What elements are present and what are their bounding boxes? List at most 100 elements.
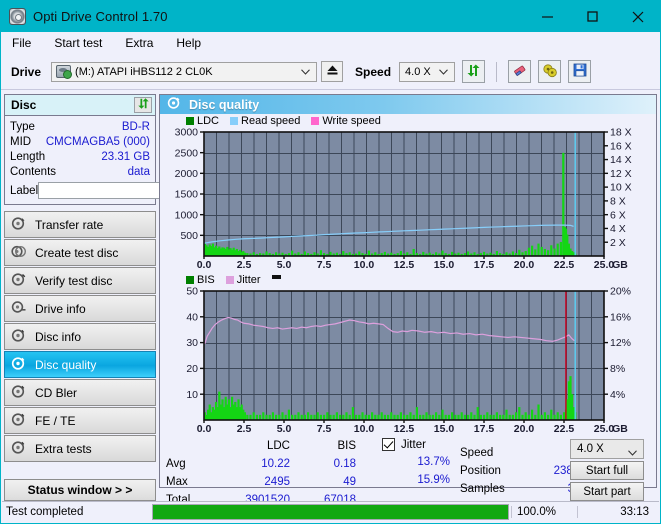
speed-select-value: 4.0 X [405, 65, 431, 78]
save-button[interactable] [568, 60, 592, 83]
legend-label: Write speed [322, 115, 381, 127]
test-speed-select[interactable]: 4.0 X [570, 439, 644, 459]
app-window: Opti Drive Control 1.70 File Start test … [0, 0, 661, 524]
sidebar-item-label: Extra tests [35, 441, 92, 456]
disc-info-rows: Type BD-R MID CMCMAGBA5 (000) Length 23.… [5, 116, 241, 204]
position-stat-label: Position [460, 465, 501, 477]
disc-panel-title: Disc [11, 98, 37, 112]
toolbar: Drive (M:) ATAPI iHBS112 2 CL0K Speed 4.… [1, 54, 660, 90]
disc-quality-panel: Disc quality LDC Read speed Write speed … [159, 94, 657, 506]
bis-jitter-chart-plot: 10 20 30 40 50 4% 8% 12% 16% 20% 0.0 2.5 5.0 7.5 10.0 1… [186, 287, 631, 435]
svg-text:10 X: 10 X [610, 182, 632, 194]
minimize-button[interactable] [525, 1, 570, 32]
sidebar-item-cd-bler[interactable]: CD Bler [4, 379, 156, 406]
drive-select[interactable]: (M:) ATAPI iHBS112 2 CL0K [51, 61, 318, 82]
window-controls [525, 1, 660, 32]
disc-refresh-button[interactable] [134, 97, 152, 113]
svg-text:10.0: 10.0 [354, 423, 375, 435]
chevron-down-icon [628, 447, 637, 459]
disc-quality-icon [167, 96, 181, 113]
disc-mid-label: MID [10, 135, 32, 148]
stats-col-bis: BIS [337, 440, 356, 452]
svg-text:0.0: 0.0 [197, 423, 212, 435]
eraser-icon [512, 63, 528, 81]
menu-help[interactable]: Help [174, 34, 211, 52]
erase-button[interactable] [508, 60, 532, 83]
ldc-chart-container: LDC Read speed Write speed 500 1000 1500 20… [160, 114, 656, 273]
svg-text:2500: 2500 [175, 147, 199, 159]
svg-text:4 X: 4 X [610, 223, 626, 235]
svg-text:15.0: 15.0 [434, 423, 455, 435]
svg-text:22.5: 22.5 [554, 423, 575, 435]
bis-jitter-chart-legend: BIS Jitter [160, 273, 656, 287]
bis-jitter-chart-container: BIS Jitter 10 20 30 40 50 4% 8% 12% 16% 20% 0.0 2.5… [160, 273, 656, 437]
save-icon [573, 63, 587, 80]
sidebar-item-create-test-disc[interactable]: Create test disc [4, 239, 156, 266]
start-part-button[interactable]: Start part [570, 482, 644, 501]
close-button[interactable] [615, 1, 660, 32]
stats-row-label: Avg [166, 458, 186, 470]
legend-write-speed: Write speed [311, 115, 381, 127]
menu-extra[interactable]: Extra [123, 34, 163, 52]
progress-bar-fill [153, 505, 508, 519]
stats-area: LDC BIS Avg 10.22 0.18 Max 2495 49 Total… [160, 437, 656, 506]
svg-text:20.0: 20.0 [514, 423, 535, 435]
sidebar-item-disc-quality[interactable]: Disc quality [4, 351, 156, 378]
sidebar-item-drive-info[interactable]: Drive info [4, 295, 156, 322]
eject-button[interactable] [321, 61, 344, 82]
window-title: Opti Drive Control 1.70 [33, 9, 168, 24]
legend-label: Jitter [236, 274, 261, 286]
status-window-button[interactable]: Status window > > [4, 479, 156, 501]
legend-swatch-icon [186, 276, 194, 284]
sidebar-item-verify-test-disc[interactable]: Verify test disc [4, 267, 156, 294]
jitter-checkbox[interactable] [382, 438, 395, 451]
table-row: Avg 10.22 0.18 [166, 455, 356, 473]
sidebar-item-disc-info[interactable]: Disc info [4, 323, 156, 350]
sidebar: Disc Type BD-R MID CMCMAGBA5 (000) Lengt… [1, 90, 241, 501]
svg-text:20%: 20% [610, 287, 631, 298]
sidebar-item-transfer-rate[interactable]: Transfer rate [4, 211, 156, 238]
disc-row-length: Length 23.31 GB [10, 149, 150, 164]
menu-file[interactable]: File [10, 34, 41, 52]
sidebar-item-label: Verify test disc [35, 273, 113, 288]
stats-row-label: Max [166, 476, 188, 488]
svg-text:20: 20 [186, 363, 198, 375]
stats-avg-bis: 0.18 [333, 458, 356, 470]
bitsetting-button[interactable] [538, 60, 562, 83]
svg-text:17.5: 17.5 [474, 423, 495, 435]
speed-select[interactable]: 4.0 X [399, 61, 456, 82]
refresh-button[interactable] [462, 60, 486, 83]
disc-type-label: Type [10, 120, 35, 133]
ldc-chart-plot: 500 1000 1500 2000 2500 3000 2 X 4 X 6 X 8 X10 X 1… [175, 128, 632, 271]
status-text: Test completed [6, 506, 84, 518]
maximize-button[interactable] [570, 1, 615, 32]
table-row: Max 2495 49 [166, 473, 356, 491]
svg-text:6 X: 6 X [610, 209, 626, 221]
disc-row-mid: MID CMCMAGBA5 (000) [10, 134, 150, 149]
svg-text:22.5: 22.5 [554, 259, 575, 271]
svg-text:10.0: 10.0 [354, 259, 375, 271]
samples-stat-label: Samples [460, 483, 505, 495]
svg-text:17.5: 17.5 [474, 259, 495, 271]
svg-text:18 X: 18 X [610, 128, 632, 139]
start-full-button[interactable]: Start full [570, 461, 644, 480]
legend-read-speed: Read speed [230, 115, 300, 127]
stats-max-ldc: 2495 [264, 476, 290, 488]
sidebar-item-label: Drive info [35, 301, 86, 316]
jitter-max-value: 15.9% [417, 474, 450, 486]
menu-start-test[interactable]: Start test [52, 34, 112, 52]
sidebar-item-extra-tests[interactable]: Extra tests [4, 435, 156, 462]
bitsetting-icon [542, 63, 558, 81]
disc-verify-icon [11, 272, 26, 290]
sidebar-item-fe-te[interactable]: FE / TE [4, 407, 156, 434]
svg-text:3000: 3000 [175, 128, 199, 139]
eject-icon [326, 64, 339, 79]
svg-text:20.0: 20.0 [514, 259, 535, 271]
disc-row-contents: Contents data [10, 164, 150, 179]
sidebar-item-label: Disc quality [35, 357, 97, 372]
legend-swatch-icon [230, 117, 239, 125]
sidebar-item-label: CD Bler [35, 385, 78, 400]
svg-text:14 X: 14 X [610, 154, 632, 166]
svg-text:7.5: 7.5 [317, 423, 332, 435]
disc-length-label: Length [10, 150, 46, 163]
